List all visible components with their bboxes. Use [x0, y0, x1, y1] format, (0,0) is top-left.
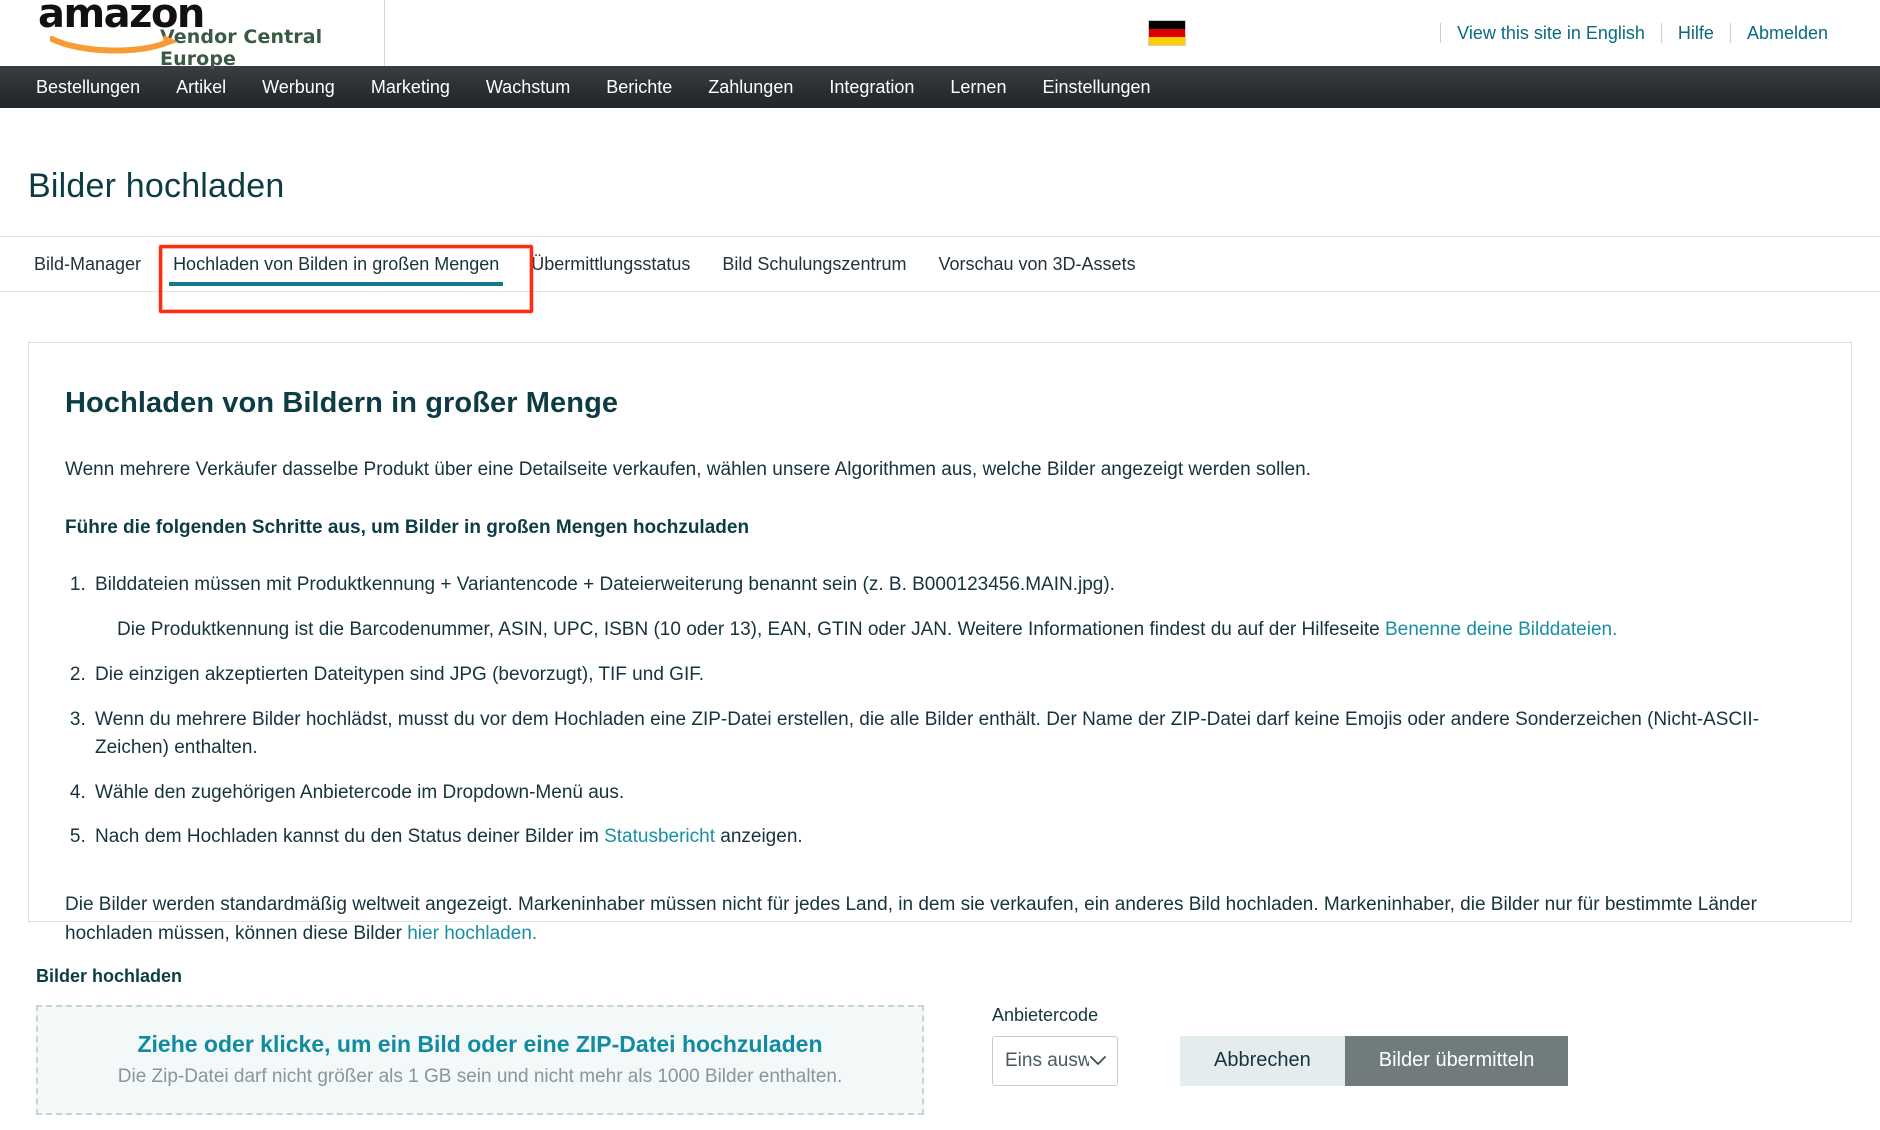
main-navigation: Bestellungen Artikel Werbung Marketing W…	[0, 66, 1880, 108]
nav-item-werbung[interactable]: Werbung	[244, 66, 353, 108]
dropzone-title: Ziehe oder klicke, um ein Bild oder eine…	[137, 1031, 823, 1058]
nav-item-bestellungen[interactable]: Bestellungen	[18, 66, 158, 108]
step-1-note-text: Die Produktkennung ist die Barcodenummer…	[117, 618, 1385, 640]
vendor-code-select[interactable]: Eins auswählen	[992, 1035, 1118, 1086]
card-heading: Hochladen von Bildern in großer Menge	[65, 386, 619, 419]
top-utility-links: View this site in English Hilfe Abmelden	[1440, 0, 1844, 66]
step-item-3: Wenn du mehrere Bilder hochlädst, musst …	[91, 706, 1815, 763]
page-title: Bilder hochladen	[28, 166, 285, 205]
cancel-button[interactable]: Abbrechen	[1180, 1035, 1345, 1086]
tab-bar: Bild-Manager Hochladen von Bilden in gro…	[0, 235, 1880, 313]
nav-item-wachstum[interactable]: Wachstum	[468, 66, 588, 108]
link-view-in-english[interactable]: View this site in English	[1441, 23, 1661, 44]
steps-list: Bilddateien müssen mit Produktkennung + …	[65, 571, 1815, 852]
tab-bild-schulungszentrum[interactable]: Bild Schulungszentrum	[706, 237, 922, 292]
top-header: amazon Vendor Central Europe View this s…	[0, 0, 1880, 70]
step-item-1: Bilddateien müssen mit Produktkennung + …	[91, 571, 1815, 643]
vendor-code-label: Anbietercode	[992, 1004, 1099, 1025]
file-dropzone[interactable]: Ziehe oder klicke, um ein Bild oder eine…	[36, 1004, 924, 1115]
step-4-text: Wähle den zugehörigen Anbietercode im Dr…	[95, 781, 625, 803]
steps-heading: Führe die folgenden Schritte aus, um Bil…	[65, 517, 750, 539]
action-buttons: Abbrechen Bilder übermitteln	[1180, 1035, 1569, 1086]
link-hilfe[interactable]: Hilfe	[1662, 23, 1730, 44]
card-closing-paragraph: Die Bilder werden standardmäßig weltweit…	[65, 890, 1815, 949]
nav-item-lernen[interactable]: Lernen	[932, 66, 1024, 108]
step-1-text: Bilddateien müssen mit Produktkennung + …	[95, 574, 1115, 596]
dropzone-subtitle: Die Zip-Datei darf nicht größer als 1 GB…	[117, 1066, 843, 1088]
tab-vorschau-3d-assets[interactable]: Vorschau von 3D-Assets	[922, 237, 1151, 292]
upload-controls: Anbietercode Eins auswählen Abbrechen Bi…	[992, 1004, 1569, 1086]
link-abmelden[interactable]: Abmelden	[1731, 23, 1844, 44]
submit-images-button[interactable]: Bilder übermitteln	[1344, 1035, 1569, 1086]
step-item-2: Die einzigen akzeptierten Dateitypen sin…	[91, 661, 1815, 690]
nav-item-marketing[interactable]: Marketing	[353, 66, 468, 108]
chevron-down-icon	[1089, 1052, 1107, 1070]
brand-logo[interactable]: amazon Vendor Central Europe	[0, 0, 385, 70]
nav-item-artikel[interactable]: Artikel	[158, 66, 244, 108]
tab-bild-manager[interactable]: Bild-Manager	[18, 237, 157, 292]
link-statusbericht[interactable]: Statusbericht	[604, 826, 715, 847]
step-3-text: Wenn du mehrere Bilder hochlädst, musst …	[95, 708, 1759, 759]
closing-text: Die Bilder werden standardmäßig weltweit…	[65, 893, 1757, 945]
instructions-card: Hochladen von Bildern in großer Menge We…	[28, 341, 1852, 944]
step-item-4: Wähle den zugehörigen Anbietercode im Dr…	[91, 779, 1815, 808]
vendor-central-label: Vendor Central Europe	[160, 26, 323, 71]
vendor-code-value: Eins auswählen	[1005, 1049, 1089, 1071]
nav-item-integration[interactable]: Integration	[811, 66, 932, 108]
step-1-note: Die Produktkennung ist die Barcodenummer…	[117, 616, 1815, 644]
german-flag-icon	[1148, 20, 1186, 46]
tab-uebermittlungsstatus[interactable]: Übermittlungsstatus	[515, 237, 706, 292]
nav-item-berichte[interactable]: Berichte	[588, 66, 690, 108]
step-5-suffix: anzeigen.	[714, 826, 803, 848]
upload-section: Bilder hochladen Ziehe oder klicke, um e…	[0, 966, 1880, 1115]
nav-item-zahlungen[interactable]: Zahlungen	[690, 66, 811, 108]
step-item-5: Nach dem Hochladen kannst du den Status …	[91, 823, 1815, 852]
step-5-prefix: Nach dem Hochladen kannst du den Status …	[95, 826, 605, 848]
link-benenne-deine-bilddateien[interactable]: Benenne deine Bilddateien.	[1385, 619, 1617, 640]
upload-section-label: Bilder hochladen	[36, 965, 183, 986]
nav-item-einstellungen[interactable]: Einstellungen	[1024, 66, 1168, 108]
tab-hochladen-grosse-mengen[interactable]: Hochladen von Bilden in großen Mengen	[157, 237, 515, 292]
card-lead-paragraph: Wenn mehrere Verkäufer dasselbe Produkt …	[65, 458, 1311, 480]
step-2-text: Die einzigen akzeptierten Dateitypen sin…	[95, 664, 705, 686]
link-hier-hochladen[interactable]: hier hochladen.	[407, 923, 537, 944]
